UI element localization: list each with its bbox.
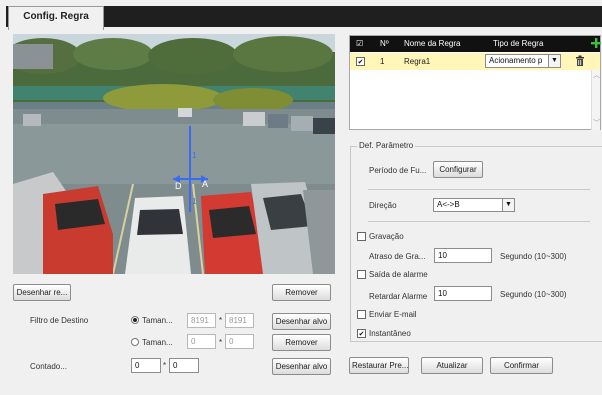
camera-scene (13, 34, 335, 274)
remove-target-button[interactable]: Remover (272, 334, 331, 351)
rule-label-top: 1 (192, 151, 197, 160)
configure-button[interactable]: Configurar (433, 161, 483, 178)
size-max-label: Taman... (142, 316, 173, 325)
rule-label-bottom: 1 (192, 197, 197, 206)
rule-type-select[interactable]: Acionamento p ▼ (485, 54, 561, 68)
remove-rule-button[interactable]: Remover (272, 284, 331, 301)
rule-table: ☑ Nº Nome da Regra Tipo de Regra 1 Regra… (349, 35, 601, 130)
rule-row-number: 1 (380, 57, 385, 66)
size-min-label: Taman... (142, 338, 173, 347)
snapshot-checkbox[interactable] (357, 329, 366, 338)
snapshot-label: Instantâneo (369, 329, 411, 338)
rule-table-header: ☑ Nº Nome da Regra Tipo de Regra (350, 36, 601, 52)
alarm-delay-label: Retardar Alarme (369, 292, 428, 301)
counter-width-input[interactable]: 0 (131, 358, 161, 373)
header-rule-type: Tipo de Regra (493, 39, 544, 48)
draw-target-max-button[interactable]: Desenhar alvo (272, 313, 331, 330)
email-label: Enviar E-mail (369, 310, 417, 319)
size-min-width-input[interactable]: 0 (187, 334, 216, 349)
add-icon[interactable] (591, 38, 601, 48)
direction-select[interactable]: A<->B ▼ (433, 198, 515, 212)
header-number: Nº (380, 39, 389, 48)
direction-label: Direção (369, 201, 397, 210)
rule-row-name[interactable]: Regra1 (404, 53, 430, 70)
rule-row-checkbox[interactable] (356, 57, 365, 66)
confirm-button[interactable]: Confirmar (490, 357, 553, 374)
recording-delay-input[interactable]: 10 (434, 248, 492, 263)
alarm-delay-input[interactable]: 10 (434, 286, 492, 301)
divider (368, 189, 590, 190)
scroll-up-icon[interactable]: ︿ (593, 70, 600, 80)
param-group-legend: Def. Parâmetro (357, 141, 416, 150)
period-label: Período de Fu... (369, 166, 427, 175)
rule-type-value: Acionamento p (489, 56, 543, 65)
email-checkbox[interactable] (357, 310, 366, 319)
alarm-delay-unit: Segundo (10~300) (500, 290, 567, 299)
size-min-height-input[interactable]: 0 (225, 334, 254, 349)
alarm-out-label: Saída de alarme (369, 270, 428, 279)
refresh-button[interactable]: Atualizar (421, 357, 483, 374)
camera-view[interactable]: D A 1 1 (13, 34, 335, 274)
chevron-down-icon: ▼ (502, 199, 514, 211)
size-separator: * (219, 316, 223, 325)
tab-config-rule[interactable]: Config. Regra (8, 6, 104, 30)
chevron-down-icon: ▼ (548, 55, 560, 67)
rule-label-a: A (202, 179, 209, 189)
recording-label: Gravação (369, 232, 404, 241)
draw-rule-button[interactable]: Desenhar re... (13, 284, 71, 301)
size-min-radio[interactable] (131, 338, 139, 346)
recording-delay-unit: Segundo (10~300) (500, 252, 567, 261)
rule-row[interactable]: 1 Regra1 Acionamento p ▼ (350, 53, 600, 70)
rule-label-d: D (175, 181, 182, 191)
header-rule-name: Nome da Regra (404, 39, 461, 48)
counter-label: Contado... (30, 362, 67, 371)
rule-table-scrollbar[interactable]: ︿ ﹀ (591, 70, 600, 130)
size-max-width-input[interactable]: 8191 (187, 313, 216, 328)
recording-delay-label: Atraso de Gra... (369, 252, 426, 261)
restore-defaults-button[interactable]: Restaurar Pre... (349, 357, 409, 374)
counter-separator: * (163, 361, 167, 370)
scroll-down-icon[interactable]: ﹀ (593, 118, 600, 128)
target-filter-label: Filtro de Destino (30, 316, 89, 325)
divider (368, 221, 590, 222)
direction-value: A<->B (437, 200, 460, 209)
size-max-height-input[interactable]: 8191 (225, 313, 254, 328)
trash-icon[interactable] (575, 55, 585, 67)
select-all-checkbox[interactable]: ☑ (356, 36, 363, 52)
alarm-out-checkbox[interactable] (357, 270, 366, 279)
recording-checkbox[interactable] (357, 232, 366, 241)
size-separator: * (219, 338, 223, 347)
counter-height-input[interactable]: 0 (169, 358, 199, 373)
draw-target-counter-button[interactable]: Desenhar alvo (272, 358, 331, 375)
size-max-radio[interactable] (131, 316, 139, 324)
